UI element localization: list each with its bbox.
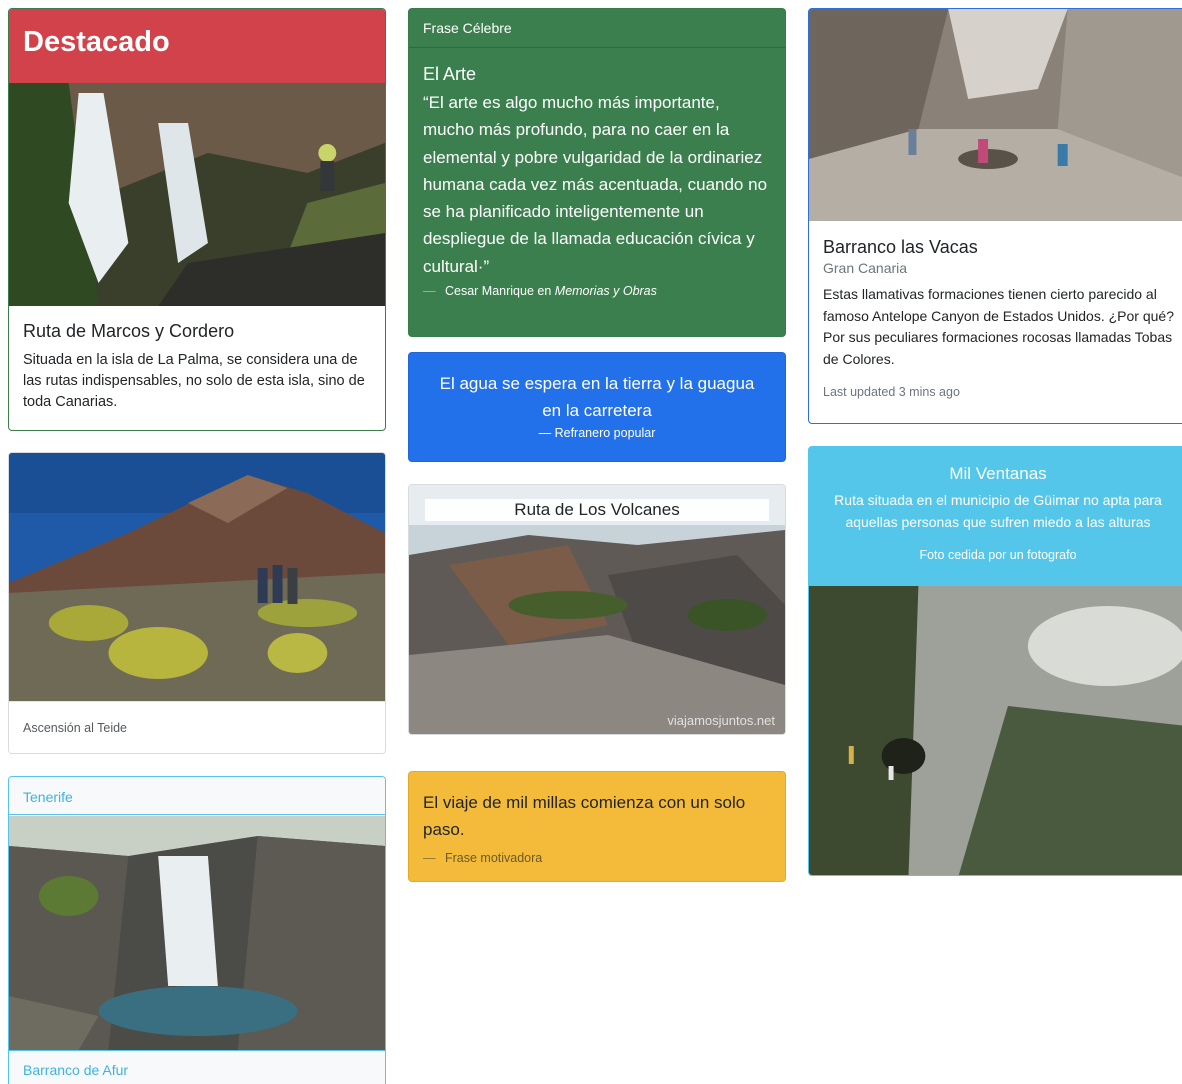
tenerife-header: Tenerife (9, 777, 385, 815)
citation-author: Cesar Manrique en (444, 284, 552, 299)
waterfall-photo (9, 83, 385, 306)
vacas-subtitle: Gran Canaria (823, 260, 908, 276)
ventanas-photo-credit: Foto cedida por un fotografo (919, 548, 1077, 562)
famous-quote-header: Frase Célebre (409, 9, 785, 48)
teide-caption: Ascensión al Teide (9, 701, 385, 753)
citation-author: Refranero popular (554, 426, 656, 440)
featured-text: Situada en la isla de La Palma, se consi… (23, 352, 365, 410)
vacas-card: Barranco las Vacas Gran Canaria Estas ll… (808, 8, 1182, 424)
tenerife-footer: Barranco de Afur (9, 1050, 385, 1084)
volcanoes-overlay-title: Ruta de Los Volcanes (425, 499, 769, 521)
water-proverb-card: El agua se espera en la tierra y la guag… (408, 352, 786, 462)
citation-dash: — (423, 851, 436, 865)
ventanas-title: Mil Ventanas (949, 464, 1047, 483)
featured-title: Ruta de Marcos y Cordero (23, 321, 235, 341)
featured-header: Destacado (9, 9, 385, 83)
teide-photo (9, 453, 385, 701)
famous-quote-citation: — Cesar Manrique en Memorias y Obras (423, 284, 771, 298)
vacas-text: Estas llamativas formaciones tienen cier… (823, 286, 1174, 367)
cliff-photo (809, 586, 1182, 875)
ventanas-card: Mil Ventanas Ruta situada en el municipi… (808, 446, 1182, 876)
tenerife-card: Tenerife Barranco de Afur (8, 776, 386, 1084)
journey-quote-body: El viaje de mil millas comienza con un s… (423, 793, 746, 839)
ventanas-text: Ruta situada en el municipio de Güimar n… (834, 492, 1162, 530)
citation-dash: — (538, 426, 552, 440)
citation-dash: — (423, 284, 436, 299)
famous-quote-title: El Arte (423, 64, 477, 84)
water-proverb-citation: — Refranero popular (409, 426, 785, 440)
volcanoes-photo (409, 485, 785, 734)
volcanoes-watermark: viajamosjuntos.net (667, 713, 775, 728)
vacas-title: Barranco las Vacas (823, 237, 978, 257)
teide-card: Ascensión al Teide (8, 452, 386, 754)
famous-quote-text: “El arte es algo mucho más importante, m… (423, 93, 768, 276)
journey-quote-text: El viaje de mil millas comienza con un s… (409, 772, 785, 872)
afur-photo (9, 816, 385, 1050)
famous-quote-card: Frase Célebre El Arte “El arte es algo m… (408, 8, 786, 337)
journey-quote-card: El viaje de mil millas comienza con un s… (408, 771, 786, 882)
vacas-updated: Last updated 3 mins ago (823, 385, 960, 399)
water-proverb-text: El agua se espera en la tierra y la guag… (439, 374, 755, 420)
volcanoes-card: Ruta de Los Volcanes viajamosjuntos.net (408, 484, 786, 735)
journey-quote-citation: — Frase motivadora (423, 845, 771, 872)
citation-author: Frase motivadora (444, 851, 543, 865)
canyon-photo (809, 9, 1182, 221)
citation-source: Memorias y Obras (554, 284, 657, 299)
featured-card: Destacado Ruta de Marcos y Cordero Situa… (8, 8, 386, 431)
